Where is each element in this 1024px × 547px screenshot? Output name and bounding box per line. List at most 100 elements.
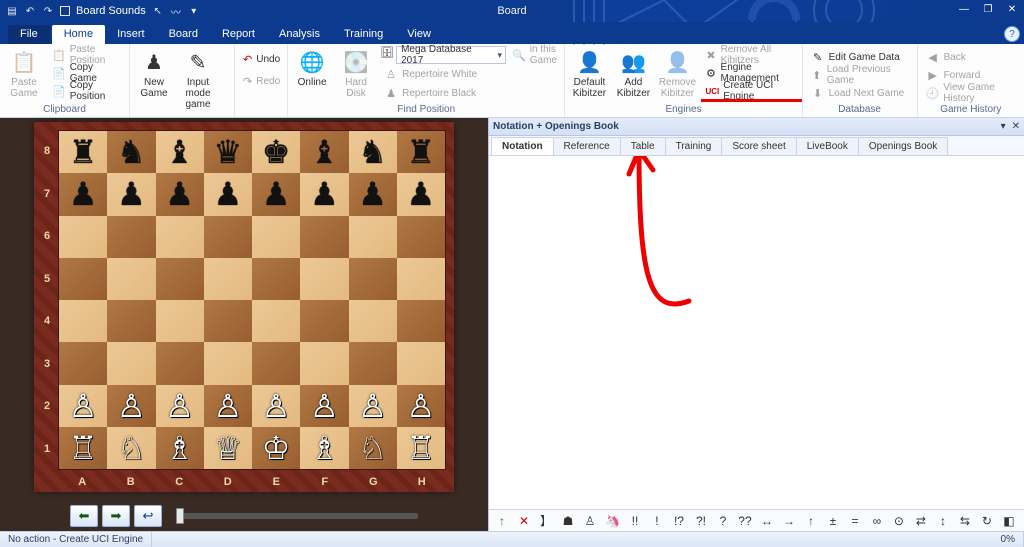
subtab-openings-book[interactable]: Openings Book [858,137,948,155]
add-kibitzer-button[interactable]: 👥Add Kibitzer [613,46,653,101]
square[interactable]: ♟ [59,173,107,215]
annotation-symbol[interactable]: ?? [738,514,752,528]
square[interactable] [107,216,155,258]
nav-next-button[interactable]: ➡ [102,505,130,527]
square[interactable]: ♙ [349,385,397,427]
square[interactable]: ♙ [397,385,445,427]
undo-button[interactable]: ↶Undo [239,50,283,68]
square[interactable]: ♞ [349,131,397,173]
annotation-symbol[interactable]: !! [628,514,642,528]
subtab-livebook[interactable]: LiveBook [796,137,859,155]
annotation-symbol[interactable]: ⇄ [914,514,928,528]
square[interactable]: ♙ [252,385,300,427]
square[interactable]: ♟ [156,173,204,215]
default-kibitzer-button[interactable]: 👤Default Kibitzer [569,46,609,101]
annotation-symbol[interactable]: ◧ [1002,514,1016,528]
subtab-notation[interactable]: Notation [491,137,554,155]
tab-board[interactable]: Board [157,25,210,44]
slider-thumb[interactable] [176,508,184,524]
database-combo[interactable]: Mega Database 2017 [396,46,506,64]
square[interactable] [349,300,397,342]
square[interactable]: ♕ [204,427,252,469]
board-sounds-label[interactable]: Board Sounds [76,5,146,17]
square[interactable] [397,258,445,300]
square[interactable]: ♜ [59,131,107,173]
square[interactable] [156,258,204,300]
redo-icon[interactable]: ↷ [42,5,54,17]
square[interactable]: ♙ [300,385,348,427]
annotation-symbol[interactable]: ♙ [583,514,597,528]
qat-dropdown-icon[interactable]: ▾ [188,5,200,17]
square[interactable]: ♚ [252,131,300,173]
square[interactable]: ♝ [156,131,204,173]
square[interactable]: ♙ [204,385,252,427]
online-button[interactable]: 🌐Online [292,46,332,102]
square[interactable] [252,342,300,384]
annotation-symbol[interactable]: = [848,514,862,528]
save-icon[interactable]: ▤ [6,5,18,17]
square[interactable]: ♜ [397,131,445,173]
nav-takeback-button[interactable]: ↩ [134,505,162,527]
square[interactable]: ♟ [349,173,397,215]
square[interactable] [349,258,397,300]
annotation-symbol[interactable]: ☗ [561,514,575,528]
annotation-symbol[interactable]: → [782,514,796,528]
square[interactable] [349,216,397,258]
annotation-symbol[interactable]: 🦄 [605,514,620,528]
square[interactable] [397,216,445,258]
square[interactable] [156,300,204,342]
annotation-symbol[interactable]: ?! [694,514,708,528]
tab-home[interactable]: Home [52,25,105,44]
annotation-symbol[interactable]: ↑ [495,514,509,528]
square[interactable]: ♘ [107,427,155,469]
tab-file[interactable]: File [8,25,50,44]
subtab-reference[interactable]: Reference [553,137,621,155]
square[interactable] [107,300,155,342]
tab-report[interactable]: Report [210,25,267,44]
square[interactable] [156,216,204,258]
square[interactable] [252,258,300,300]
annotation-symbol[interactable]: ✕ [517,514,531,528]
square[interactable] [59,342,107,384]
subtab-table[interactable]: Table [620,137,666,155]
undo-icon[interactable]: ↶ [24,5,36,17]
annotation-symbol[interactable]: ↑ [804,514,818,528]
square[interactable] [59,300,107,342]
pane-dropdown-icon[interactable]: ▾ [1001,121,1006,132]
square[interactable]: ♝ [300,131,348,173]
square[interactable]: ♟ [107,173,155,215]
square[interactable]: ♖ [397,427,445,469]
annotation-symbol[interactable]: ↕ [936,514,950,528]
square[interactable] [300,300,348,342]
square[interactable] [59,258,107,300]
maximize-button[interactable]: ❐ [980,2,996,16]
square[interactable] [204,258,252,300]
minimize-button[interactable]: — [956,2,972,16]
square[interactable] [204,216,252,258]
square[interactable] [107,342,155,384]
square[interactable]: ♞ [107,131,155,173]
subtab-training[interactable]: Training [665,137,723,155]
new-game-button[interactable]: ♟New Game [134,46,174,112]
square[interactable]: ♟ [397,173,445,215]
create-uci-engine-button[interactable]: UCICreate UCI Engine [701,82,797,100]
brush-icon[interactable]: 〰 [170,5,182,17]
tab-insert[interactable]: Insert [105,25,157,44]
annotation-symbol[interactable]: ? [716,514,730,528]
square[interactable] [397,342,445,384]
square[interactable] [300,342,348,384]
checkbox-icon[interactable] [60,6,70,16]
square[interactable] [107,258,155,300]
square[interactable]: ♟ [300,173,348,215]
input-mode-button[interactable]: ✎Input mode game [178,46,218,112]
square[interactable] [349,342,397,384]
copy-position-button[interactable]: 📄Copy Position [48,82,125,100]
square[interactable]: ♟ [252,173,300,215]
close-button[interactable]: ✕ [1004,2,1020,16]
square[interactable] [59,216,107,258]
square[interactable]: ♗ [300,427,348,469]
annotation-symbol[interactable]: ± [826,514,840,528]
square[interactable] [397,300,445,342]
tab-analysis[interactable]: Analysis [267,25,332,44]
annotation-symbol[interactable]: ⊙ [892,514,906,528]
